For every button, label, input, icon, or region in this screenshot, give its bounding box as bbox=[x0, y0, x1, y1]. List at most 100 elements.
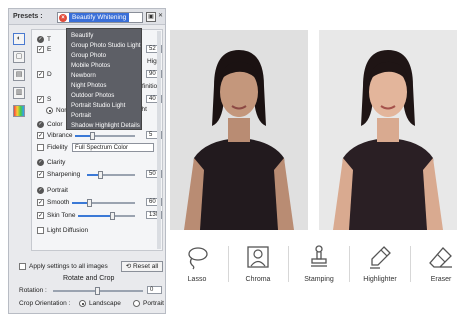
clarity-section-label: Clarity bbox=[47, 159, 66, 166]
delete-preset-icon[interactable]: ✕ bbox=[157, 12, 164, 22]
preset-item[interactable]: Mobile Photos bbox=[71, 62, 110, 69]
highlighter-label: Highlighter bbox=[363, 276, 397, 283]
stamping-tool[interactable]: Stamping bbox=[294, 238, 344, 290]
fidelity-label: Fidelity bbox=[47, 144, 68, 151]
settings-scrollbar[interactable] bbox=[157, 31, 161, 249]
preset-item[interactable]: Shadow Highlight Details bbox=[71, 122, 140, 129]
skin-tone-checkbox[interactable]: ✓ bbox=[37, 212, 44, 219]
rotation-slider-thumb[interactable] bbox=[95, 287, 100, 295]
panel-footer: Apply settings to all images ⟲ Reset all… bbox=[9, 255, 165, 315]
preset-item[interactable]: Night Photos bbox=[71, 82, 106, 89]
retouch-toolbar: Lasso Chroma Stamping Highlighter Eraser bbox=[172, 238, 468, 290]
apply-all-label: Apply settings to all images bbox=[29, 263, 108, 270]
landscape-label: Landscape bbox=[89, 300, 121, 307]
portrait-orientation-label: Portrait bbox=[143, 300, 164, 307]
layers-tab-icon[interactable]: ▤ bbox=[13, 69, 25, 81]
clarity-section-icon[interactable]: ✓ bbox=[37, 159, 44, 166]
portrait-section-icon[interactable]: ✓ bbox=[37, 187, 44, 194]
adjust-tab-icon[interactable]: ◐ bbox=[13, 33, 25, 45]
color-section-label: Color bbox=[47, 121, 63, 128]
sharpening-checkbox[interactable]: ✓ bbox=[37, 171, 44, 178]
skin-tone-slider-fill bbox=[78, 215, 114, 217]
color-tab-icon[interactable]: ▦ bbox=[13, 105, 25, 117]
preset-item[interactable]: Beautify bbox=[71, 32, 93, 39]
portrait-section-label: Portrait bbox=[47, 187, 68, 194]
stamp-icon bbox=[311, 245, 327, 267]
smooth-label: Smooth bbox=[47, 199, 70, 206]
preset-item[interactable]: Group Photo bbox=[71, 52, 106, 59]
sharpening-slider[interactable] bbox=[87, 171, 135, 179]
preset-item[interactable]: Outdoor Photos bbox=[71, 92, 114, 99]
exposure-checkbox[interactable]: ✓ bbox=[37, 46, 44, 53]
stamping-label: Stamping bbox=[304, 276, 334, 283]
sharpening-row: ✓ Sharpening 50 bbox=[32, 170, 164, 180]
preset-dropdown-list: Beautify Group Photo Studio Light Group … bbox=[66, 28, 142, 130]
sharpening-label: Sharpening bbox=[47, 171, 81, 178]
detail-label-fragment: D bbox=[47, 71, 52, 78]
chroma-label: Chroma bbox=[245, 276, 271, 283]
save-preset-icon[interactable]: ▣ bbox=[146, 12, 156, 22]
preset-item[interactable]: Group Photo Studio Light bbox=[71, 42, 141, 49]
apply-all-checkbox[interactable] bbox=[19, 263, 26, 270]
preset-item[interactable]: Newborn bbox=[71, 72, 96, 79]
tone-section-icon: ✓ bbox=[37, 36, 44, 43]
eraser-icon bbox=[429, 247, 452, 268]
skin-tone-row: ✓ Skin Tone 130 bbox=[32, 211, 164, 221]
smooth-checkbox[interactable]: ✓ bbox=[37, 199, 44, 206]
smooth-row: ✓ Smooth 60 bbox=[32, 198, 164, 208]
preset-item[interactable]: Portrait Studio Light bbox=[71, 102, 125, 109]
saturation-checkbox[interactable]: ✓ bbox=[37, 96, 44, 103]
rotation-value[interactable]: 0 bbox=[147, 286, 162, 294]
sharpening-slider-thumb[interactable] bbox=[98, 171, 104, 179]
reset-all-label: Reset all bbox=[132, 263, 159, 270]
portrait-section-row: ✓ Portrait bbox=[32, 186, 164, 196]
vibrance-label: Vibrance bbox=[47, 132, 73, 139]
tool-divider bbox=[228, 246, 229, 282]
vibrance-checkbox[interactable]: ✓ bbox=[37, 132, 44, 139]
clear-preset-icon[interactable]: × bbox=[59, 14, 67, 22]
lasso-tool[interactable]: Lasso bbox=[172, 238, 222, 290]
preset-item[interactable]: Portrait bbox=[71, 112, 91, 119]
crop-tab-icon[interactable]: ▢ bbox=[13, 51, 25, 63]
vibrance-slider[interactable] bbox=[75, 132, 135, 140]
reset-icon: ⟲ bbox=[125, 263, 133, 270]
light-diffusion-label: Light Diffusion bbox=[47, 227, 89, 234]
landscape-radio[interactable] bbox=[79, 300, 86, 307]
crop-orientation-label: Crop Orientation : bbox=[19, 300, 71, 307]
skin-tone-slider[interactable] bbox=[78, 212, 135, 220]
presets-bar: Presets : × Beautify Whitening ▣ ✕ bbox=[9, 9, 165, 25]
vibrance-slider-thumb[interactable] bbox=[90, 132, 95, 140]
rotation-label: Rotation : bbox=[19, 287, 47, 294]
effects-tab-icon[interactable]: ▥ bbox=[13, 87, 25, 99]
lasso-icon bbox=[188, 247, 208, 270]
tool-divider bbox=[288, 246, 289, 282]
adjustment-panel: Presets : × Beautify Whitening ▣ ✕ ◐ ▢ ▤… bbox=[8, 8, 166, 314]
light-diffusion-checkbox[interactable] bbox=[37, 227, 44, 234]
presets-label: Presets : bbox=[13, 13, 43, 20]
smooth-slider-thumb[interactable] bbox=[86, 199, 92, 207]
detail-checkbox[interactable]: ✓ bbox=[37, 71, 44, 78]
chroma-icon bbox=[247, 246, 269, 268]
portrait-radio[interactable] bbox=[133, 300, 140, 307]
side-toolbar: ◐ ▢ ▤ ▥ ▦ bbox=[11, 27, 27, 127]
preset-select[interactable]: × Beautify Whitening bbox=[57, 12, 143, 23]
clarity-section-row: ✓ Clarity bbox=[32, 158, 164, 168]
preset-selected-value: Beautify Whitening bbox=[69, 13, 130, 22]
reset-all-button[interactable]: ⟲ Reset all bbox=[121, 261, 163, 272]
lasso-label: Lasso bbox=[187, 276, 207, 283]
tool-divider bbox=[410, 246, 411, 282]
eraser-label: Eraser bbox=[430, 276, 452, 283]
skin-tone-label: Skin Tone bbox=[47, 212, 76, 219]
vibrance-row: ✓ Vibrance 5 bbox=[32, 131, 164, 141]
normal-radio[interactable] bbox=[46, 107, 53, 114]
fidelity-select[interactable]: Full Spectrum Color bbox=[72, 143, 154, 152]
eraser-tool[interactable]: Eraser bbox=[416, 238, 466, 290]
skin-tone-slider-thumb[interactable] bbox=[110, 212, 116, 220]
fidelity-checkbox[interactable] bbox=[37, 144, 44, 151]
highlighter-tool[interactable]: Highlighter bbox=[355, 238, 405, 290]
color-section-icon[interactable]: ✓ bbox=[37, 121, 44, 128]
chroma-tool[interactable]: Chroma bbox=[233, 238, 283, 290]
before-photo bbox=[170, 30, 308, 230]
rotation-slider[interactable] bbox=[53, 287, 143, 295]
smooth-slider[interactable] bbox=[72, 199, 135, 207]
